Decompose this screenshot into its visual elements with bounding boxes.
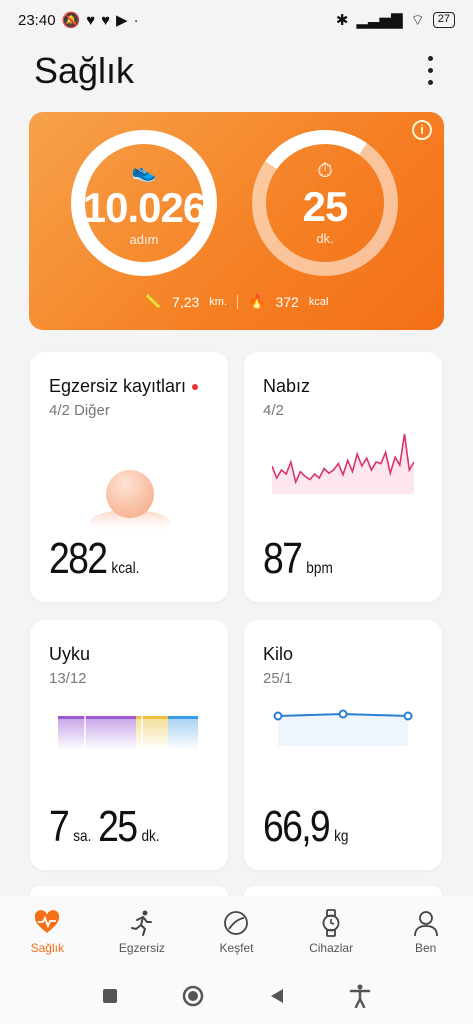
exercise-unit: kcal. [111, 560, 140, 577]
nav-exercise[interactable]: Egzersiz [102, 909, 182, 955]
weight-chart [273, 709, 413, 746]
exercise-subtitle: 4/2 Diğer [49, 402, 110, 419]
status-time: 23:40 [18, 11, 56, 29]
ruler-icon: 📏 [144, 293, 163, 309]
bluetooth-icon: ✱ [335, 12, 349, 29]
flame-icon: 🔥 [248, 293, 266, 309]
sleep-title: Uyku [49, 644, 91, 664]
weight-card[interactable]: Kilo 25/1 66,9 kg [244, 620, 442, 870]
divider [237, 294, 239, 309]
activity-summary-card[interactable]: i 👟 10.026 adım ⏱ 25 dk. 📏 7,23 km. 🔥 37… [29, 112, 444, 330]
heart-value: 87 [263, 534, 303, 583]
system-navigation [0, 968, 473, 1024]
distance-value: 7,23 [172, 293, 200, 310]
exercise-card[interactable]: Egzersiz kayıtları 4/2 Diğer 282 kcal. [30, 352, 228, 602]
weight-value: 66,9 [263, 802, 331, 851]
mute-icon: 🔕 [61, 12, 81, 29]
bottom-navigation: Sağlık Egzersiz Keşfet Cihazlar Ben [0, 896, 473, 968]
exercise-illustration [90, 470, 170, 532]
heart-status-icon: ♥ [86, 11, 96, 29]
steps-value: 10.026 [82, 184, 206, 231]
sleep-hours-unit: sa. [73, 828, 92, 845]
nav-discover[interactable]: Keşfet [196, 909, 276, 955]
minutes-unit: dk. [316, 231, 334, 246]
sleep-subtitle: 13/12 [49, 670, 87, 687]
nav-health[interactable]: Sağlık [7, 909, 87, 955]
compass-icon [224, 911, 249, 935]
weight-title: Kilo [263, 644, 294, 664]
calories-unit: kcal [308, 295, 329, 308]
nav-me[interactable]: Ben [386, 909, 466, 955]
back-button[interactable] [269, 988, 285, 1004]
weight-point-2 [403, 711, 413, 721]
accessibility-icon[interactable] [349, 984, 371, 1008]
notification-dot [192, 384, 199, 391]
minutes-value: 25 [302, 183, 349, 230]
heart-rate-chart [272, 433, 414, 494]
battery-indicator: 27 [432, 12, 455, 28]
page-title: Sağlık [34, 50, 135, 91]
more-options-icon[interactable] [420, 52, 440, 88]
nav-devices-label: Cihazlar [309, 941, 354, 955]
sleep-minutes: 25 [98, 802, 138, 851]
weight-area [278, 714, 408, 746]
weight-subtitle: 25/1 [263, 670, 293, 687]
sleep-stages-chart [58, 716, 198, 750]
weight-point-0 [273, 711, 283, 721]
signal-icon: ▂▃▅▇ [356, 12, 403, 29]
active-minutes-ring: ⏱ 25 dk. [252, 130, 398, 276]
weight-unit: kg [334, 828, 349, 845]
heart-status-icon-2: ♥ [101, 11, 111, 29]
heart-rate-card[interactable]: Nabız 4/2 87 bpm [244, 352, 442, 602]
exercise-value: 282 [49, 534, 108, 583]
heart-unit: bpm [306, 560, 333, 577]
steps-unit: adım [129, 232, 159, 247]
sleep-minutes-unit: dk. [141, 828, 160, 845]
user-icon [413, 911, 438, 937]
home-button[interactable] [182, 985, 204, 1007]
calories-value: 372 [275, 293, 299, 310]
activity-footer: 📏 7,23 km. 🔥 372 kcal [29, 293, 444, 310]
heart-title: Nabız [263, 376, 311, 396]
recent-apps-button[interactable] [102, 988, 118, 1004]
watch-icon [322, 909, 340, 937]
nav-devices[interactable]: Cihazlar [291, 909, 371, 955]
heart-icon [35, 910, 60, 933]
nav-me-label: Ben [414, 941, 437, 955]
status-dot: · [133, 11, 139, 29]
info-icon[interactable]: i [412, 120, 432, 140]
shoe-icon: 👟 [131, 161, 157, 183]
stopwatch-icon: ⏱ [317, 160, 333, 182]
distance-unit: km. [209, 295, 228, 308]
nav-health-label: Sağlık [30, 941, 64, 955]
status-bar: 23:40 🔕 ♥ ♥ ▶ · ✱ ▂▃▅▇ ⌔ 27 [0, 0, 473, 40]
wifi-icon: ⌔ [410, 11, 425, 29]
youtube-icon: ▶ [116, 12, 128, 29]
sleep-card[interactable]: Uyku 13/12 7 sa. 25 dk. [30, 620, 228, 870]
steps-ring: 👟 10.026 adım [71, 130, 217, 276]
nav-discover-label: Keşfet [219, 941, 254, 955]
heart-subtitle: 4/2 [263, 402, 284, 419]
runner-icon [130, 910, 152, 936]
nav-exercise-label: Egzersiz [118, 941, 165, 955]
sleep-hours: 7 [49, 802, 70, 851]
exercise-title: Egzersiz kayıtları [49, 376, 187, 396]
weight-point-1 [338, 709, 348, 719]
